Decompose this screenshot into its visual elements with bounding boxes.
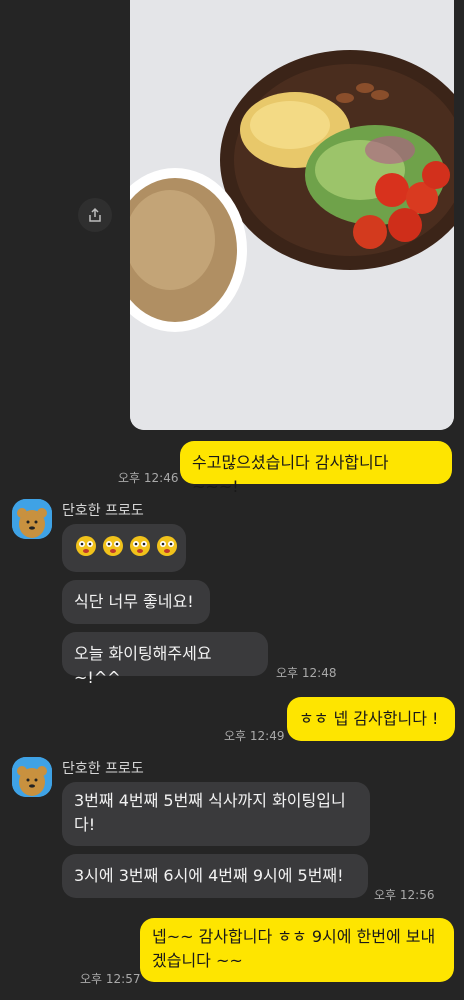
message-text-line: 넵~~ 감사합니다 ㅎㅎ 9시에 한번에 보내	[152, 927, 436, 946]
share-button[interactable]	[78, 198, 112, 232]
frodo-emoticon-icon	[74, 533, 98, 564]
emoticon-bubble[interactable]	[62, 524, 186, 572]
my-message-bubble[interactable]: ㅎㅎ 넵 감사합니다 !	[287, 697, 455, 741]
avatar[interactable]	[12, 499, 52, 539]
message-text: 식단 너무 좋네요!	[74, 592, 194, 611]
avatar[interactable]	[12, 757, 52, 797]
frodo-emoticon-icon	[128, 533, 152, 564]
frodo-avatar-icon	[12, 499, 52, 539]
message-text: 수고많으셨습니다 감사합니다 ~~~!	[192, 453, 389, 496]
meal-photo-image	[130, 0, 454, 430]
message-time: 오후 12:49	[224, 729, 285, 743]
message-text: 3시에 3번째 6시에 4번째 9시에 5번째!	[74, 866, 344, 885]
message-time: 오후 12:48	[276, 666, 337, 680]
their-message-bubble[interactable]: 3시에 3번째 6시에 4번째 9시에 5번째!	[62, 854, 368, 898]
frodo-avatar-icon	[12, 757, 52, 797]
sender-name: 단호한 프로도	[62, 761, 144, 777]
frodo-emoticon-icon	[155, 533, 179, 564]
frodo-emoticon-icon	[101, 533, 125, 564]
message-time: 오후 12:56	[374, 888, 435, 902]
message-text: 오늘 화이팅해주세요~!^^	[74, 644, 212, 687]
message-text-line: 다!	[74, 815, 96, 834]
message-text-line: 3번째 4번째 5번째 식사까지 화이팅입니	[74, 791, 346, 810]
message-time: 오후 12:46	[118, 471, 179, 485]
sender-name: 단호한 프로도	[62, 503, 144, 519]
their-message-bubble[interactable]: 식단 너무 좋네요!	[62, 580, 210, 624]
their-message-bubble[interactable]: 오늘 화이팅해주세요~!^^	[62, 632, 268, 687]
message-text-line: 겠습니다 ~~	[152, 951, 243, 970]
my-message-bubble[interactable]: 수고많으셨습니다 감사합니다 ~~~!	[180, 441, 452, 496]
share-icon	[89, 207, 101, 222]
message-time: 오후 12:57	[80, 972, 141, 986]
my-message-bubble[interactable]: 넵~~ 감사합니다 ㅎㅎ 9시에 한번에 보내 겠습니다 ~~	[140, 918, 454, 982]
meal-photo[interactable]	[130, 0, 454, 430]
their-message-bubble[interactable]: 3번째 4번째 5번째 식사까지 화이팅입니 다!	[62, 782, 370, 846]
message-text: ㅎㅎ 넵 감사합니다 !	[299, 709, 439, 728]
